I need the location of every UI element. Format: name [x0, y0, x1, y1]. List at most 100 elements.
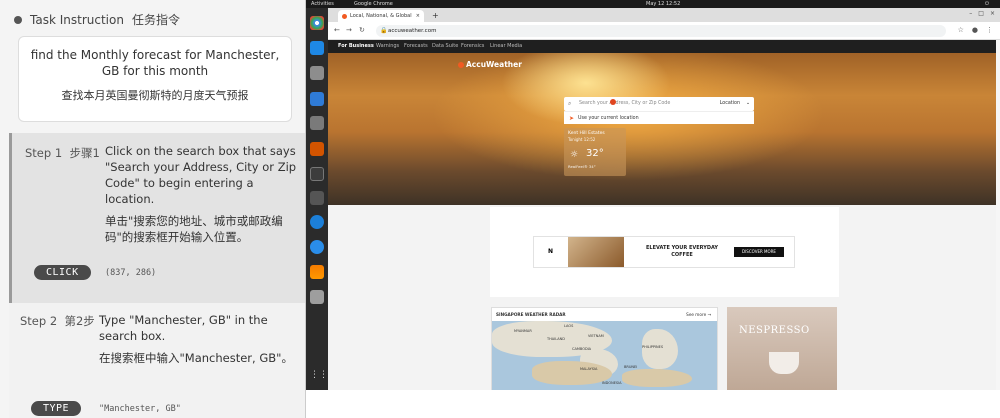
current-weather-card[interactable]: Kent Hill Estates Tonight 12:52 ☼ 32° Re…: [564, 128, 626, 176]
search-icon: ⌕: [568, 100, 572, 107]
map-label-laos: LAOS: [564, 324, 574, 328]
forward-icon[interactable]: →: [346, 26, 352, 34]
radar-widget[interactable]: SINGAPORE WEATHER RADAR See more → MYANM…: [491, 307, 718, 390]
borneo-shape: [622, 369, 692, 387]
minimize-icon[interactable]: –: [969, 10, 972, 17]
tab-close-icon[interactable]: ×: [416, 10, 420, 22]
help-icon[interactable]: [310, 240, 324, 254]
thunderbird-icon[interactable]: [310, 215, 324, 229]
radar-see-more[interactable]: See more →: [686, 312, 711, 317]
tab-title: Local, National, & Global: [350, 13, 412, 19]
browser-tab[interactable]: Local, National, & Global ×: [338, 10, 424, 22]
radar-title: SINGAPORE WEATHER RADAR: [496, 312, 566, 317]
system-tray-icon[interactable]: ⏻: [985, 0, 989, 8]
clock[interactable]: May 12 12:52: [646, 0, 680, 8]
step-2[interactable]: Step 2 第2步 Type "Manchester, GB" in the …: [9, 303, 305, 418]
ad-discover-button[interactable]: DISCOVER MORE: [734, 247, 784, 257]
writer-icon[interactable]: [310, 92, 324, 106]
map-label-cambodia: CAMBODIA: [572, 347, 592, 351]
new-tab-button[interactable]: +: [432, 10, 439, 22]
step-2-params: "Manchester, GB": [99, 404, 181, 414]
impress-icon[interactable]: [310, 142, 324, 156]
nav-linear-media[interactable]: Linear Media: [490, 40, 522, 53]
browser-toolbar: ← → ↻ 🔒 accuweather.com ☆ ● ⋮: [328, 22, 1000, 40]
vscode-icon[interactable]: [310, 41, 324, 55]
map-label-indonesia: INDONESIA: [602, 381, 622, 385]
app-name[interactable]: Google Chrome: [354, 0, 393, 8]
maximize-icon[interactable]: □: [978, 10, 984, 17]
task-header-label-zh: 任务指令: [131, 13, 180, 27]
nav-forecasts[interactable]: Forecasts: [404, 40, 428, 53]
map-label-vietnam: VIETNAM: [588, 334, 604, 338]
chevron-down-icon[interactable]: ⌄: [746, 97, 750, 111]
step-1-params: (837, 286): [105, 268, 157, 278]
files-icon[interactable]: [310, 66, 324, 80]
task-instruction-zh: 查找本月英国曼彻斯特的月度天气预报: [61, 89, 249, 102]
step-1-text: Click on the search box that says "Searc…: [105, 143, 300, 245]
hero-banner: AccuWeather ⌕ Search your Address, City …: [328, 53, 1000, 205]
map-label-malaysia: MALAYSIA: [580, 367, 598, 371]
location-search-input[interactable]: ⌕ Search your Address, City or Zip Code …: [564, 97, 754, 111]
step-2-action-badge: TYPE: [31, 401, 82, 416]
step-2-text: Type "Manchester, GB" in the search box.…: [99, 312, 294, 366]
profile-icon[interactable]: ●: [972, 26, 978, 34]
back-icon[interactable]: ←: [334, 26, 340, 34]
nav-for-business[interactable]: For Business: [338, 40, 374, 53]
weather-time: Tonight 12:52: [568, 137, 596, 142]
document-icon[interactable]: [310, 116, 324, 130]
task-header-label: Task Instruction: [30, 12, 124, 27]
trash-icon[interactable]: [310, 290, 324, 304]
map-label-myanmar: MYANMAR: [514, 329, 532, 333]
desktop-screen: Activities Google Chrome May 12 12:52 ⏻ …: [305, 0, 1000, 418]
dock: ⋮⋮: [306, 8, 328, 390]
map-label-philippines: PHILIPPINES: [642, 345, 664, 349]
app-grid-icon[interactable]: ⋮⋮: [310, 368, 328, 382]
nav-forensics[interactable]: Forensics: [461, 40, 484, 53]
ad-headline: ELEVATE YOUR EVERYDAY COFFEE: [646, 245, 718, 258]
site-navbar: For Business Warnings Forecasts Data Sui…: [328, 40, 1000, 53]
web-page: For Business Warnings Forecasts Data Sui…: [328, 40, 1000, 390]
browser-tabstrip: Local, National, & Global × + – □ ×: [328, 8, 1000, 22]
radar-map[interactable]: MYANMAR LAOS THAILAND VIETNAM CAMBODIA P…: [492, 321, 717, 390]
realfeel-value: RealFeel® 34°: [568, 164, 596, 169]
nav-warnings[interactable]: Warnings: [376, 40, 399, 53]
weather-city: Kent Hill Estates: [568, 131, 605, 136]
url-text: accuweather.com: [388, 28, 437, 34]
menu-icon[interactable]: ⋮: [986, 26, 993, 34]
reload-icon[interactable]: ↻: [359, 26, 365, 34]
terminal-icon[interactable]: [310, 167, 324, 181]
screenshot-icon[interactable]: [310, 191, 324, 205]
bullet-icon: [14, 15, 22, 24]
ad-photo: [568, 237, 624, 267]
nespresso-banner-ad[interactable]: N ELEVATE YOUR EVERYDAY COFFEE DISCOVER …: [533, 236, 795, 268]
use-location-label: Use your current location: [578, 116, 639, 121]
coffee-cup-image: [769, 352, 799, 374]
nespresso-logo-text: NESPRESSO: [739, 325, 810, 336]
step-1-text-zh: 单击"搜索您的地址、城市或邮政编码"的搜索框开始输入位置。: [105, 214, 283, 244]
close-window-icon[interactable]: ×: [990, 10, 995, 17]
page-scrollbar[interactable]: [996, 40, 1000, 390]
vlc-icon[interactable]: [310, 265, 324, 279]
nav-data-suite[interactable]: Data Suite: [432, 40, 458, 53]
task-instruction-en: find the Monthly forecast for Manchester…: [30, 48, 280, 78]
bookmark-star-icon[interactable]: ☆: [958, 26, 964, 34]
philippines-shape: [642, 329, 678, 369]
activities-button[interactable]: Activities: [311, 0, 334, 8]
location-selector[interactable]: Location: [720, 97, 740, 111]
step-2-number: Step 2 第2步: [20, 314, 95, 328]
use-current-location-option[interactable]: ➤ Use your current location: [564, 111, 754, 124]
accuweather-logo[interactable]: AccuWeather: [458, 60, 522, 69]
ad-brand-logo: N: [534, 237, 567, 267]
map-label-brunei: BRUNEI: [624, 365, 638, 369]
task-card: find the Monthly forecast for Manchester…: [18, 36, 292, 122]
step-2-text-en: Type "Manchester, GB" in the search box.: [99, 313, 268, 343]
step-1[interactable]: Step 1 步骤1 Click on the search box that …: [9, 133, 305, 303]
toolbar-actions: ☆ ● ⋮: [958, 26, 993, 34]
location-arrow-icon: ➤: [569, 115, 575, 122]
task-header: Task Instruction 任务指令: [14, 11, 180, 28]
step-1-action-badge: CLICK: [34, 265, 91, 280]
address-bar[interactable]: 🔒 accuweather.com: [376, 25, 946, 37]
nespresso-side-ad[interactable]: NESPRESSO: [727, 307, 837, 390]
click-marker: [610, 99, 616, 105]
chrome-icon[interactable]: [310, 16, 324, 30]
